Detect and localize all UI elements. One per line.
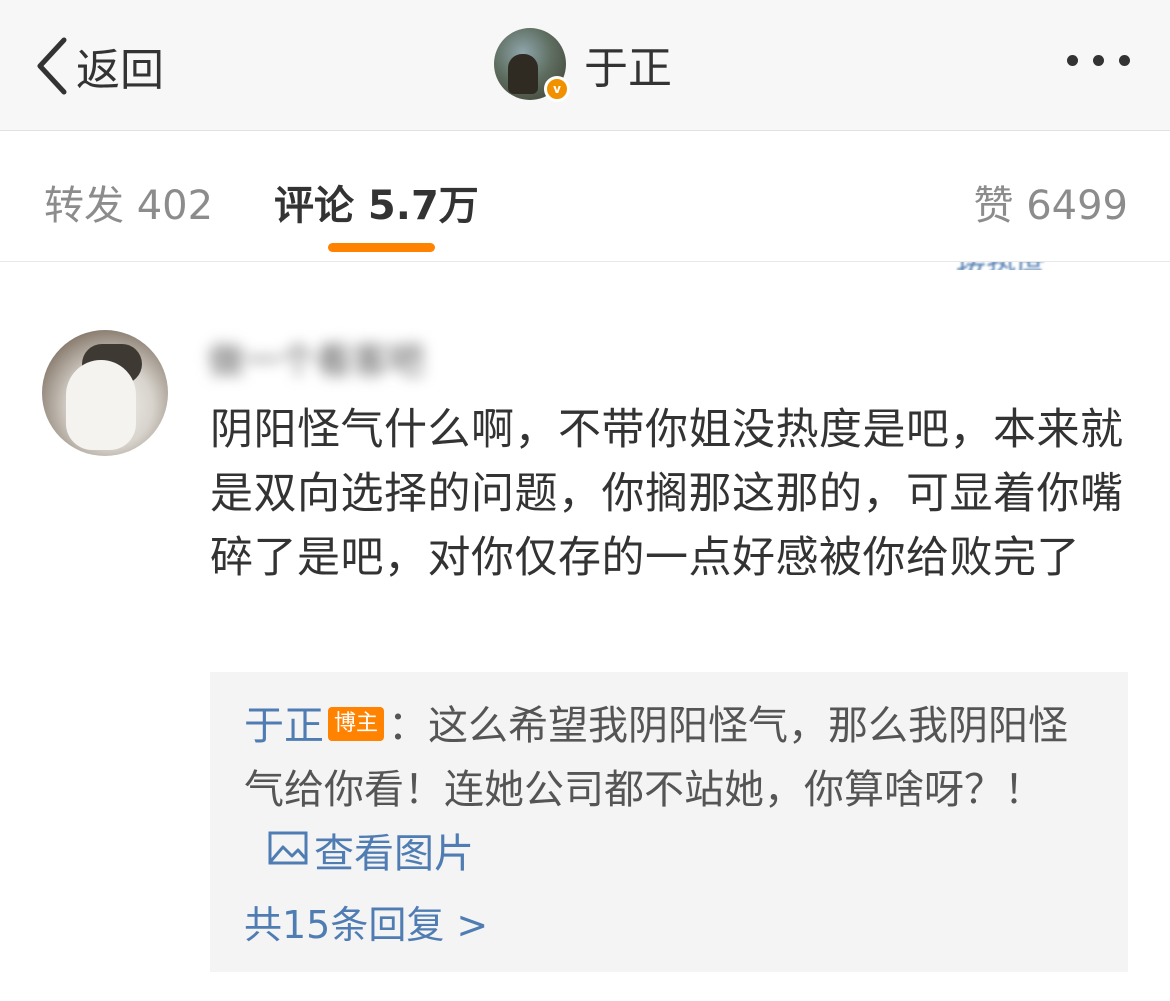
view-picture-label: 查看图片 xyxy=(314,831,474,877)
active-tab-indicator xyxy=(328,243,435,252)
author-badge: 博主 xyxy=(328,707,385,741)
reply-author[interactable]: 于正 xyxy=(244,703,324,749)
view-picture-link[interactable]: 查看图片 xyxy=(268,831,474,877)
sort-toggle[interactable]: 按热度 xyxy=(956,262,1126,270)
account-name[interactable]: 于正 xyxy=(584,32,672,96)
next-item-peek xyxy=(0,990,1170,1001)
account-avatar[interactable]: v xyxy=(494,28,570,102)
tab-like[interactable]: 赞 6499 xyxy=(973,173,1128,231)
picture-icon xyxy=(268,820,308,884)
more-options-icon[interactable] xyxy=(1052,55,1130,66)
chevron-left-icon xyxy=(34,36,70,96)
comment-text: 阴阳怪气什么啊，不带你姐没热度是吧，本来就是双向选择的问题，你搁那这那的，可显着… xyxy=(210,405,1124,583)
tab-comment[interactable]: 评论 5.7万 xyxy=(274,173,479,231)
reply-content: 于正 博主 ：这么希望我阴阳怪气，那么我阴阳怪气给你看！连她公司都不站她，你算啥呀？… xyxy=(244,694,1094,888)
back-label: 返回 xyxy=(76,45,164,96)
account-title[interactable]: v 于正 xyxy=(494,26,672,102)
commenter-avatar[interactable] xyxy=(42,330,168,456)
verified-badge-icon: v xyxy=(544,76,570,102)
more-replies-link[interactable]: 共15条回复 > xyxy=(244,894,488,949)
post-tabs: 转发 402 评论 5.7万 赞 6499 xyxy=(0,131,1170,262)
tab-repost[interactable]: 转发 402 xyxy=(44,173,213,231)
sort-label: 按热度 xyxy=(956,262,1126,270)
commenter-username[interactable]: 做一个看客吧 xyxy=(208,332,424,384)
back-button[interactable]: 返回 xyxy=(34,34,164,98)
reply-thread: 于正 博主 ：这么希望我阴阳怪气，那么我阴阳怪气给你看！连她公司都不站她，你算啥呀？… xyxy=(210,672,1128,972)
top-nav-bar: 返回 v 于正 xyxy=(0,0,1170,131)
